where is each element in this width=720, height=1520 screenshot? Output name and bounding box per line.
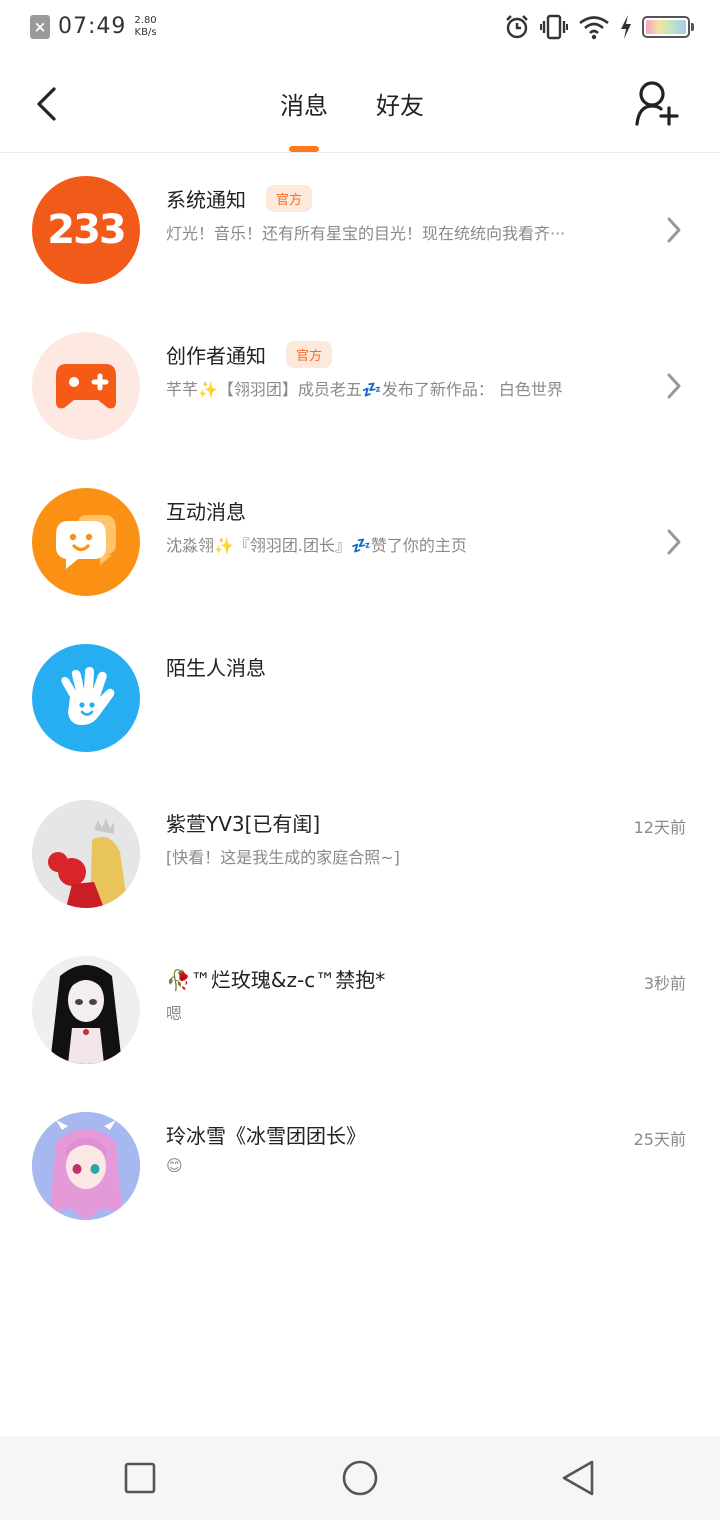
user-avatar-image [32, 1112, 140, 1220]
vibrate-icon [540, 14, 568, 40]
message-preview: 嗯 [166, 1004, 183, 1023]
avatar [32, 644, 140, 752]
close-x-icon: × [30, 14, 50, 39]
message-preview: 沈淼翎✨『翎羽团.团长』💤赞了你的主页 [166, 536, 467, 555]
conversation-name: 创作者通知 [166, 344, 266, 368]
chevron-left-icon [37, 87, 56, 121]
tab-friends[interactable]: 好友 [376, 86, 424, 122]
status-bar: × 07:49 2.80 KB/s [0, 0, 720, 56]
avatar: 233 [32, 176, 140, 284]
home-icon[interactable] [340, 1458, 380, 1498]
list-item-interaction-messages[interactable]: 互动消息 沈淼翎✨『翎羽团.团长』💤赞了你的主页 [0, 466, 720, 622]
avatar [32, 800, 140, 908]
user-avatar-image [32, 956, 140, 1064]
row-title: 🥀™烂玫瑰&z-c™禁抱* [166, 964, 385, 993]
avatar [32, 956, 140, 1064]
back-button[interactable] [26, 82, 66, 126]
status-time: 07:49 [58, 14, 127, 39]
list-item-stranger-messages[interactable]: 陌生人消息 [0, 622, 720, 778]
conversation-name: 陌生人消息 [166, 656, 266, 680]
user-avatar-image [32, 800, 140, 908]
chat-bubble-icon [56, 515, 116, 569]
list-item-chat[interactable]: 紫萱YV3[已有闺] 12天前 [快看！这是我生成的家庭合照~] [0, 778, 720, 934]
message-preview: [快看！这是我生成的家庭合照~] [166, 848, 400, 867]
list-item-system-notification[interactable]: 233 系统通知 官方 灯光！音乐！还有所有星宝的目光！现在统统向我看齐··· [0, 154, 720, 310]
recent-apps-icon[interactable] [120, 1458, 160, 1498]
row-title: 创作者通知 官方 [166, 340, 333, 369]
row-title: 陌生人消息 [166, 652, 266, 681]
row-title: 互动消息 [166, 496, 246, 525]
official-badge: 官方 [266, 185, 313, 212]
gamepad-icon [56, 364, 116, 409]
list-item-creator-notification[interactable]: 创作者通知 官方 芊芊✨【翎羽团】成员老五💤发布了新作品： 白色世界 [0, 310, 720, 466]
network-speed: 2.80 KB/s [134, 15, 156, 39]
speed-value: 2.80 [134, 14, 157, 26]
message-time: 3秒前 [643, 974, 686, 993]
avatar [32, 488, 140, 596]
waving-hand-icon [61, 667, 115, 725]
chevron-right-icon [667, 217, 681, 243]
charging-icon [621, 15, 631, 39]
battery-icon [642, 16, 694, 38]
conversation-name: 紫萱YV3[已有闺] [166, 812, 321, 836]
message-preview: 灯光！音乐！还有所有星宝的目光！现在统统向我看齐··· [166, 224, 566, 243]
conversation-name: 🥀™烂玫瑰&z-c™禁抱* [166, 968, 386, 992]
add-friend-button[interactable] [634, 80, 680, 128]
conversation-name: 系统通知 [166, 188, 246, 212]
chevron-right-icon [667, 373, 681, 399]
message-preview: 😊 [166, 1156, 183, 1175]
alarm-icon [506, 15, 528, 39]
list-item-chat[interactable]: 玲冰雪《冰雪团团长》 25天前 😊 [0, 1090, 720, 1246]
row-title: 玲冰雪《冰雪团团长》 [166, 1120, 366, 1149]
wifi-icon [579, 16, 609, 40]
message-time: 12天前 [633, 818, 686, 837]
chevron-right-icon [667, 529, 681, 555]
system-nav-bar [0, 1436, 720, 1520]
row-title: 紫萱YV3[已有闺] [166, 808, 320, 837]
avatar [32, 332, 140, 440]
conversation-name: 互动消息 [166, 500, 246, 524]
message-preview: 芊芊✨【翎羽团】成员老五💤发布了新作品： 白色世界 [166, 380, 563, 399]
avatar [32, 1112, 140, 1220]
conversation-name: 玲冰雪《冰雪团团长》 [166, 1124, 366, 1148]
message-time: 25天前 [633, 1130, 686, 1149]
speed-unit: KB/s [134, 26, 157, 38]
list-item-chat[interactable]: 🥀™烂玫瑰&z-c™禁抱* 3秒前 嗯 [0, 934, 720, 1090]
avatar-text: 233 [47, 207, 126, 253]
tab-bar: 消息 好友 [280, 86, 424, 122]
tab-messages[interactable]: 消息 [280, 86, 328, 122]
back-triangle-icon[interactable] [558, 1458, 598, 1498]
message-list: 233 系统通知 官方 灯光！音乐！还有所有星宝的目光！现在统统向我看齐··· … [0, 154, 720, 1246]
row-title: 系统通知 官方 [166, 184, 313, 213]
header: 消息 好友 [0, 56, 720, 153]
add-user-icon [635, 81, 679, 126]
official-badge: 官方 [286, 341, 333, 368]
